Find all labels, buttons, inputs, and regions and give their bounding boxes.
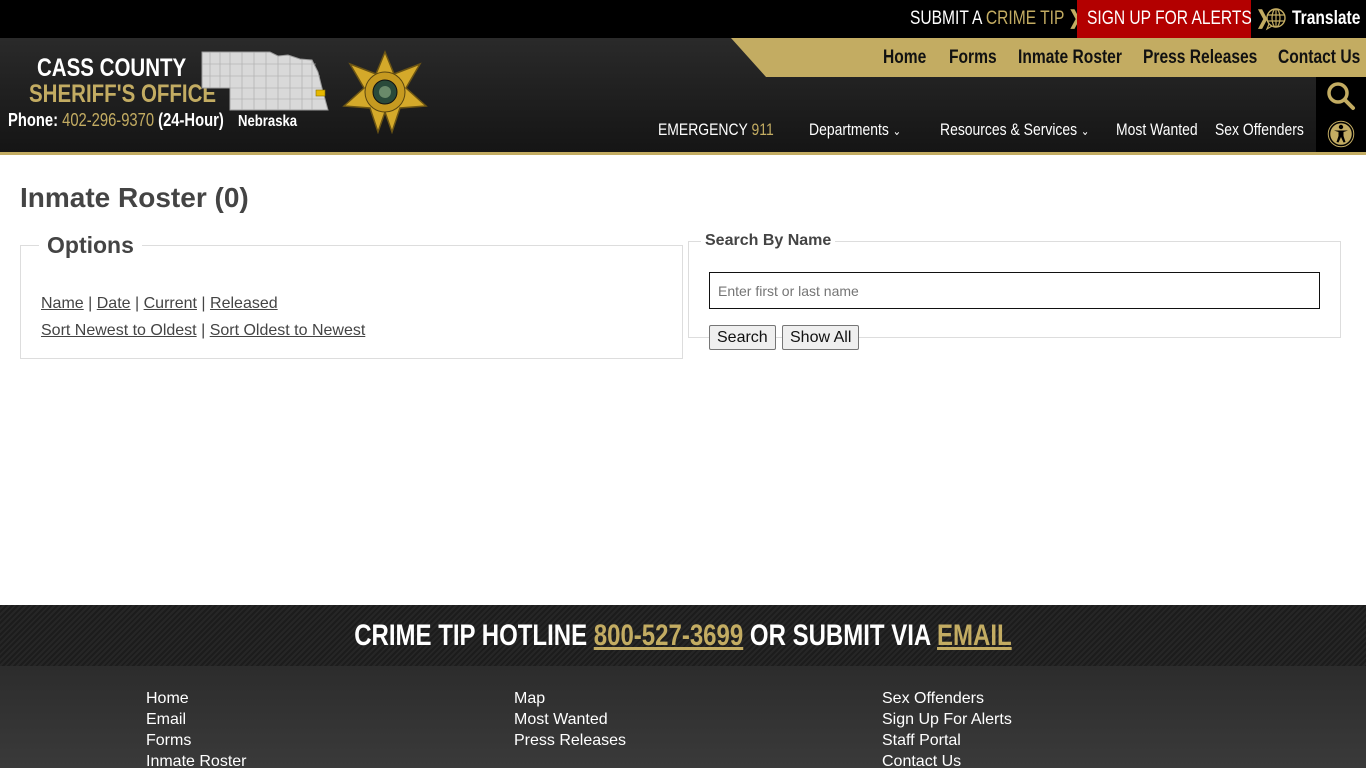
nav-most-wanted[interactable]: Most Wanted [1116, 120, 1216, 140]
sort-oldest-link[interactable]: Sort Oldest to Newest [210, 322, 366, 339]
footer-link-sign-up-alerts[interactable]: Sign Up For Alerts [882, 709, 1012, 730]
phone-note: (24-Hour) [158, 110, 224, 130]
footer-link-staff-portal[interactable]: Staff Portal [882, 730, 1012, 751]
footer-link-email[interactable]: Email [146, 709, 246, 730]
options-panel: Options Name | Date | Current | Released… [20, 232, 683, 359]
footer-link-forms[interactable]: Forms [146, 730, 246, 751]
filter-released-link[interactable]: Released [210, 295, 278, 312]
top-utility-bar: SUBMIT A CRIME TIP ❯ SIGN UP FOR ALERTS … [0, 0, 1366, 38]
alerts-label: SIGN UP FOR ALERTS [1087, 8, 1252, 29]
footer-link-map[interactable]: Map [514, 688, 626, 709]
search-icon[interactable] [1326, 81, 1356, 111]
footer-column-1: Home Email Forms Inmate Roster [146, 688, 246, 772]
phone-info: Phone: 402-296-9370 (24-Hour) [8, 110, 224, 131]
nav-forms[interactable]: Forms [949, 38, 1007, 77]
brand-line-2: SHERIFF'S OFFICE [29, 80, 217, 108]
search-legend: Search By Name [705, 232, 832, 249]
accessibility-icon[interactable] [1325, 118, 1357, 150]
crime-tip-highlight: CRIME TIP [985, 8, 1065, 29]
footer-link-sex-offenders[interactable]: Sex Offenders [882, 688, 1012, 709]
hotline-email-link[interactable]: EMAIL [937, 619, 1012, 652]
nav-sex-offenders[interactable]: Sex Offenders [1215, 120, 1323, 140]
translate-label: Translate [1292, 8, 1361, 29]
globe-icon [1265, 8, 1286, 31]
sheriff-badge-icon [342, 50, 428, 134]
sort-links: Sort Newest to Oldest | Sort Oldest to N… [41, 322, 366, 339]
sign-up-alerts-button[interactable]: SIGN UP FOR ALERTS ❯ [1077, 0, 1269, 38]
footer-column-3: Sex Offenders Sign Up For Alerts Staff P… [882, 688, 1012, 772]
site-footer: Home Email Forms Inmate Roster Map Most … [0, 666, 1366, 770]
filter-current-link[interactable]: Current [144, 295, 197, 312]
secondary-nav: Home Forms Inmate Roster Press Releases … [731, 38, 1366, 77]
brand-line-1: CASS COUNTY [37, 54, 187, 82]
footer-link-press-releases[interactable]: Press Releases [514, 730, 626, 751]
chevron-down-icon: ⌄ [892, 124, 901, 138]
footer-link-contact-us[interactable]: Contact Us [882, 751, 1012, 772]
nav-resources-services[interactable]: Resources & Services ⌄ [940, 120, 1122, 140]
footer-link-home[interactable]: Home [146, 688, 246, 709]
filter-date-link[interactable]: Date [97, 295, 131, 312]
nav-contact-us[interactable]: Contact Us [1278, 38, 1366, 77]
crime-tip-prefix: SUBMIT A [910, 8, 982, 29]
options-legend: Options [47, 232, 134, 258]
phone-label: Phone: [8, 110, 59, 130]
nav-inmate-roster[interactable]: Inmate Roster [1018, 38, 1145, 77]
emergency-911[interactable]: EMERGENCY 911 [658, 120, 799, 140]
phone-number-link[interactable]: 402-296-9370 [62, 110, 154, 130]
nav-press-releases[interactable]: Press Releases [1143, 38, 1282, 77]
search-panel: Search By Name Search Show All [688, 232, 1341, 350]
sort-newest-link[interactable]: Sort Newest to Oldest [41, 322, 197, 339]
chevron-down-icon: ⌄ [1081, 124, 1090, 138]
header-divider [0, 152, 1366, 155]
filter-name-link[interactable]: Name [41, 295, 84, 312]
hotline-phone-link[interactable]: 800-527-3699 [594, 619, 743, 652]
crime-tip-hotline-banner: CRIME TIP HOTLINE 800-527-3699 OR SUBMIT… [0, 605, 1366, 666]
show-all-button[interactable]: Show All [782, 325, 860, 350]
map-label: Nebraska [238, 113, 298, 130]
footer-link-inmate-roster[interactable]: Inmate Roster [146, 751, 246, 772]
nebraska-map-icon [201, 51, 329, 111]
footer-column-2: Map Most Wanted Press Releases [514, 688, 626, 751]
name-search-input[interactable] [709, 272, 1320, 309]
nav-home[interactable]: Home [883, 38, 936, 77]
nav-departments[interactable]: Departments ⌄ [809, 120, 921, 140]
search-button[interactable]: Search [709, 325, 776, 350]
side-icon-panel [1316, 77, 1366, 152]
page-title: Inmate Roster (0) [20, 182, 249, 213]
footer-link-most-wanted[interactable]: Most Wanted [514, 709, 626, 730]
filter-links: Name | Date | Current | Released [41, 295, 278, 312]
